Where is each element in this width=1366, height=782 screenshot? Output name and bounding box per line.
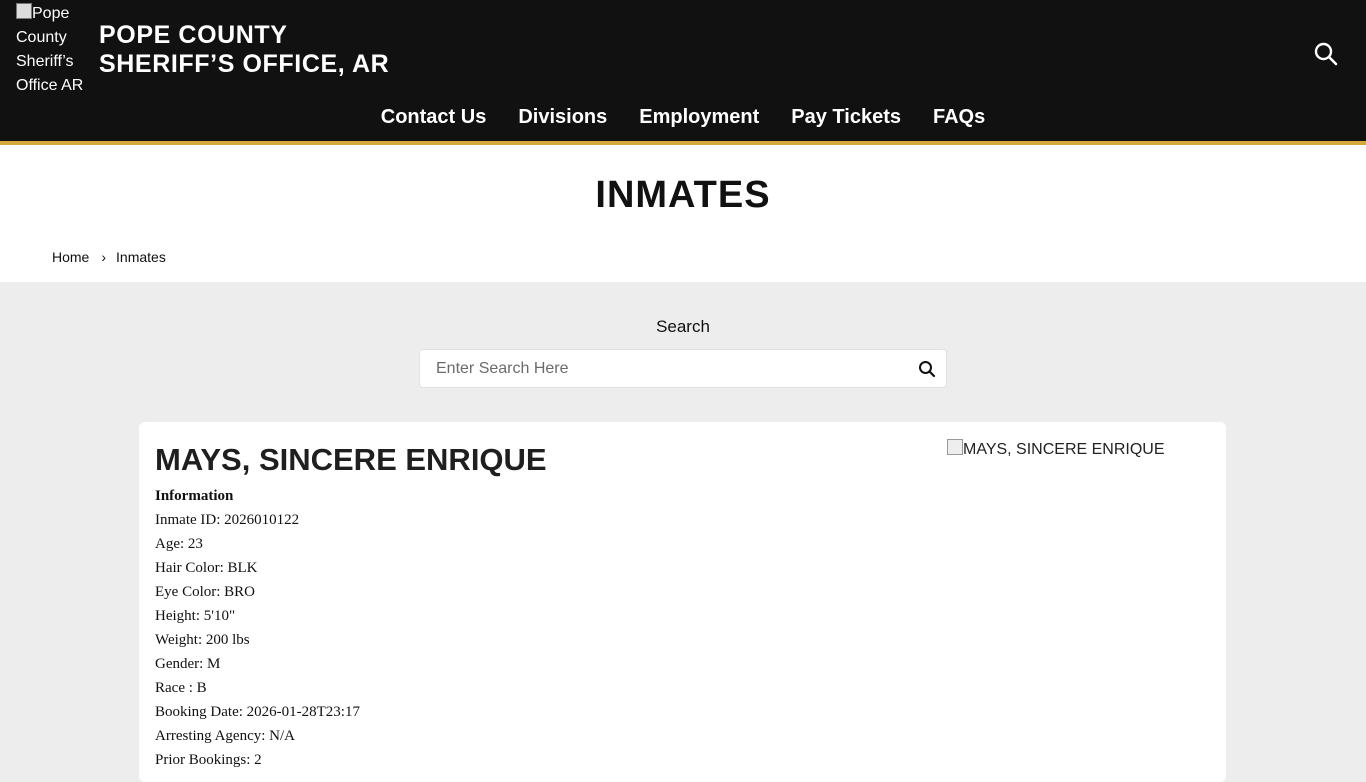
search-icon — [919, 361, 936, 378]
site-title[interactable]: POPE COUNTY SHERIFF’S OFFICE, AR — [99, 21, 389, 79]
site-title-line-2: SHERIFF’S OFFICE, AR — [99, 50, 390, 78]
breadcrumb-separator: › — [101, 249, 107, 265]
inmate-name: MAYS, SINCERE ENRIQUE — [155, 442, 547, 477]
info-inmate-id: Inmate ID: 2026010122 — [155, 512, 300, 528]
info-weight: Weight: 200 lbs — [155, 632, 250, 648]
inmate-photo-alt: MAYS, SINCERE ENRIQUE — [963, 441, 1165, 458]
search-icon — [1314, 42, 1338, 66]
title-band: INMATES Home › Inmates — [0, 145, 1366, 282]
broken-image-icon — [947, 439, 963, 455]
info-arresting-agency: Arresting Agency: N/A — [155, 728, 295, 744]
site-header: Pope County Sheriff’s Office AR POPE COU… — [0, 0, 1366, 145]
info-prior-bookings: Prior Bookings: 2 — [155, 752, 262, 768]
nav-contact-us[interactable]: Contact Us — [381, 106, 487, 129]
page-title: INMATES — [595, 174, 771, 216]
breadcrumb-current: Inmates — [116, 249, 166, 265]
inmate-info: Information Inmate ID: 2026010122 Age: 2… — [155, 484, 360, 772]
search-label: Search — [656, 317, 710, 336]
main-nav: Contact Us Divisions Employment Pay Tick… — [0, 106, 1366, 129]
search-input[interactable] — [436, 350, 906, 387]
search-area: Search — [0, 282, 1366, 422]
info-height: Height: 5'10" — [155, 608, 236, 624]
info-hair-color: Hair Color: BLK — [155, 560, 258, 576]
nav-faqs[interactable]: FAQs — [933, 106, 985, 129]
search-box — [419, 349, 947, 388]
nav-employment[interactable]: Employment — [639, 106, 759, 129]
breadcrumb: Home › Inmates — [52, 249, 166, 265]
search-submit-button[interactable] — [918, 360, 936, 378]
search-toggle-button[interactable] — [1313, 41, 1339, 67]
nav-pay-tickets[interactable]: Pay Tickets — [791, 106, 901, 129]
info-race: Race : B — [155, 680, 207, 696]
info-eye-color: Eye Color: BRO — [155, 584, 255, 600]
nav-divisions[interactable]: Divisions — [518, 106, 607, 129]
info-gender: Gender: M — [155, 656, 221, 672]
breadcrumb-home-link[interactable]: Home — [52, 249, 89, 265]
info-heading: Information — [155, 488, 234, 504]
site-title-line-1: POPE COUNTY — [99, 21, 288, 49]
site-logo[interactable]: Pope County Sheriff’s Office AR — [16, 2, 92, 98]
info-age: Age: 23 — [155, 536, 203, 552]
inmate-photo: MAYS, SINCERE ENRIQUE — [947, 439, 1165, 459]
inmate-card: MAYS, SINCERE ENRIQUE Information Inmate… — [139, 422, 1226, 782]
info-booking-date: Booking Date: 2026-01-28T23:17 — [155, 704, 360, 720]
broken-image-icon — [16, 3, 32, 19]
